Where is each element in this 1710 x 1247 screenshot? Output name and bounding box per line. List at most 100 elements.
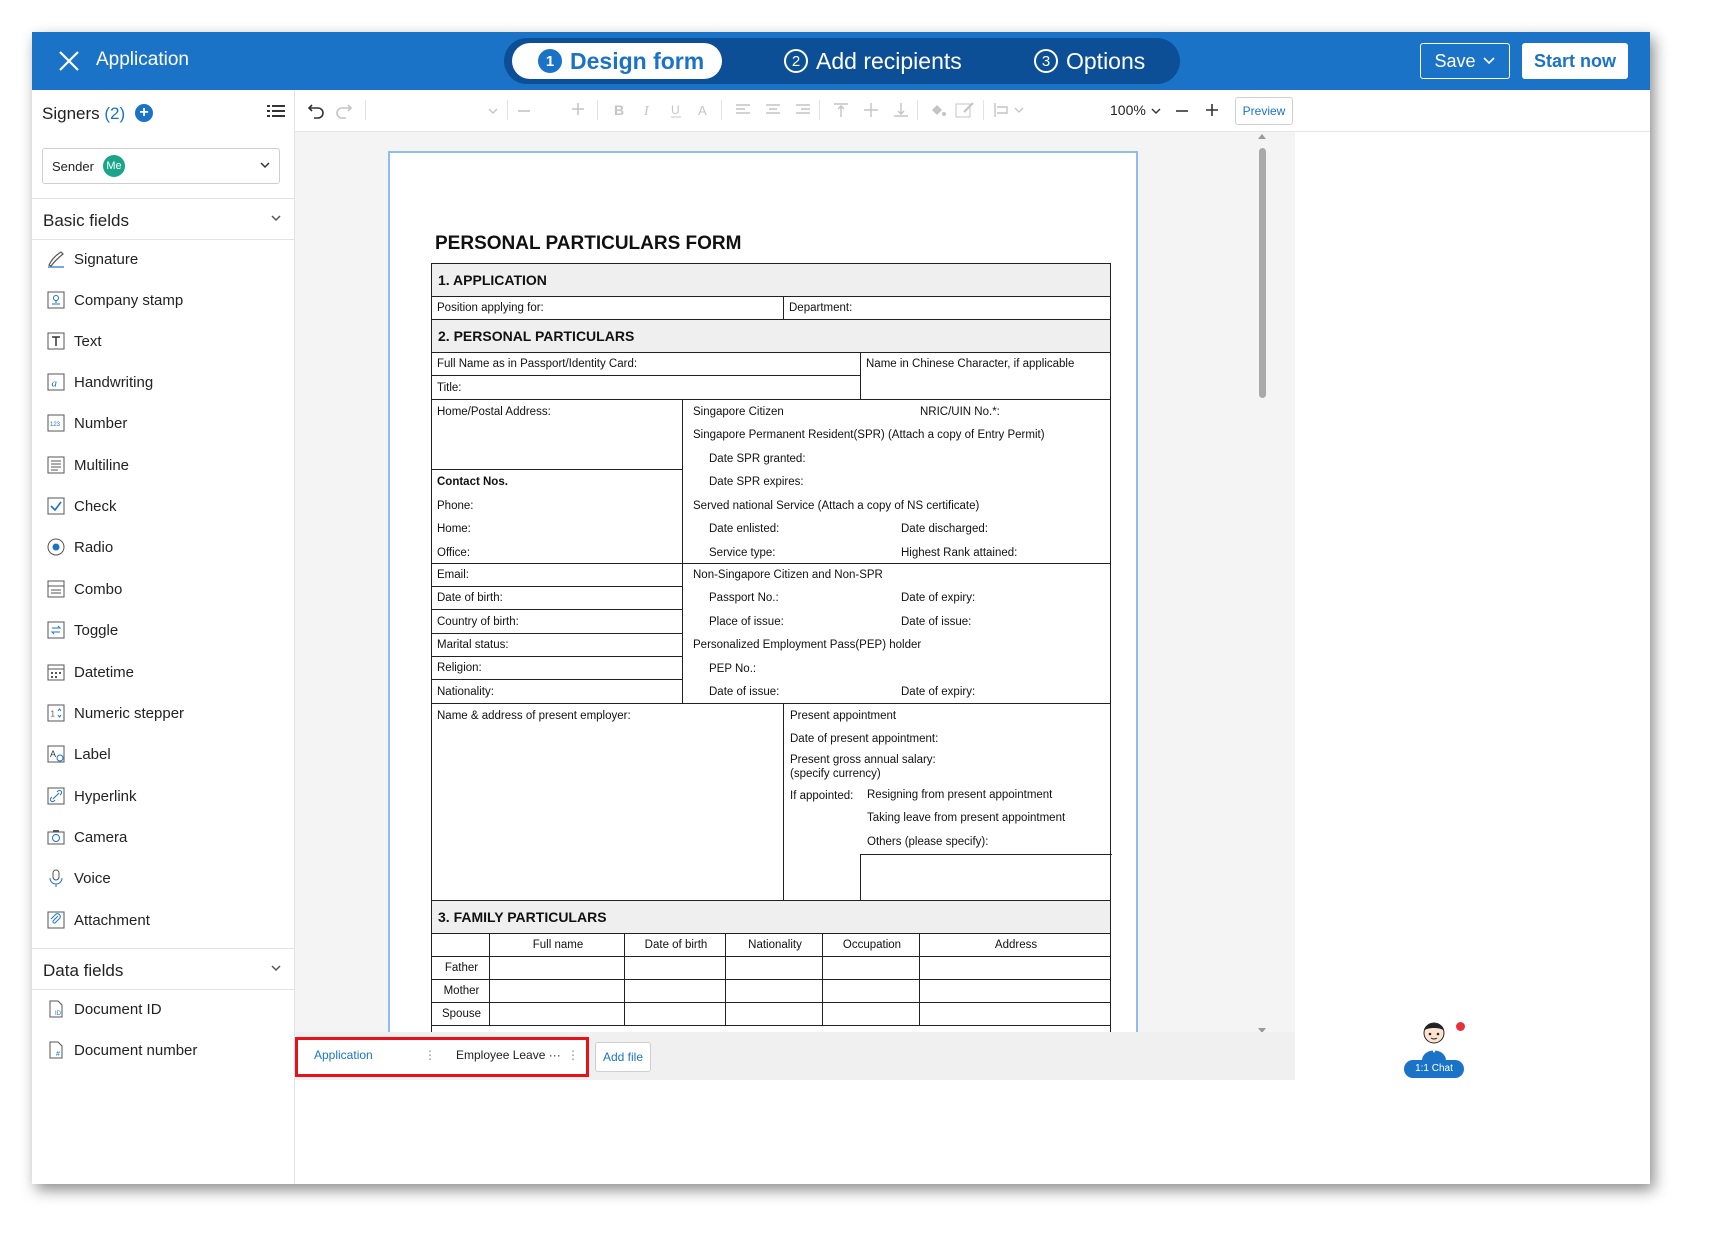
align-center-icon[interactable] (765, 103, 781, 117)
file-tab-employee-leave[interactable]: Employee Leave ··· (456, 1048, 561, 1062)
vertical-scrollbar[interactable] (1256, 132, 1268, 1072)
field-number[interactable]: 123 Number (46, 410, 127, 436)
table-cell (919, 956, 1111, 980)
field-signature[interactable]: Signature (46, 246, 138, 272)
table-cell (725, 956, 823, 980)
font-color-icon[interactable]: A (697, 102, 711, 118)
signers-count: (2) (104, 104, 126, 123)
family-header: Occupation (822, 933, 920, 957)
field-datetime[interactable]: Datetime (46, 659, 134, 685)
align-middle-icon[interactable] (863, 102, 879, 118)
sender-select[interactable]: Sender Me (42, 148, 280, 184)
close-icon (59, 51, 79, 71)
start-now-button[interactable]: Start now (1522, 43, 1628, 79)
signers-label: Signers (2) (42, 104, 125, 124)
stamp-icon (47, 291, 65, 309)
italic-icon[interactable]: I (641, 102, 655, 118)
form-table: 1. APPLICATION Position applying for: De… (431, 263, 1112, 1063)
step-options[interactable]: 3 Options (1026, 43, 1153, 79)
toolbar-divider (507, 100, 508, 120)
field-document-number[interactable]: # Document number (46, 1037, 197, 1063)
chevron-down-icon (260, 162, 270, 169)
field-attachment[interactable]: Attachment (46, 907, 150, 933)
scroll-thumb[interactable] (1259, 148, 1266, 398)
close-button[interactable] (54, 46, 84, 76)
svg-text:123: 123 (50, 422, 61, 428)
field-multiline[interactable]: Multiline (46, 452, 129, 478)
if-appointed-label: If appointed: (790, 790, 854, 802)
table-cell (489, 1002, 625, 1026)
step-design-form[interactable]: 1 Design form (512, 43, 722, 79)
field-label-text: Label (74, 745, 111, 763)
field-label[interactable]: A Label (46, 741, 111, 767)
align-left-icon[interactable] (735, 103, 751, 117)
svg-text:1: 1 (51, 710, 56, 719)
office-label: Office: (437, 547, 471, 559)
toolbar-divider (983, 100, 984, 120)
app-title: Application (96, 49, 189, 70)
zoom-in-icon[interactable] (1205, 103, 1219, 117)
field-label: Voice (74, 869, 111, 887)
position-label: Position applying for: (437, 302, 544, 314)
align-right-icon[interactable] (795, 103, 811, 117)
family-header-text: Full name (532, 939, 584, 951)
family-header-text: Date of birth (644, 939, 708, 951)
others-box (860, 854, 1112, 901)
align-bottom-icon[interactable] (893, 102, 909, 118)
scroll-up-icon[interactable] (1257, 132, 1267, 140)
field-numeric-stepper[interactable]: 1 Numeric stepper (46, 700, 184, 726)
align-objects-icon[interactable] (993, 102, 1027, 118)
field-label: Handwriting (74, 373, 154, 391)
dob-label: Date of birth: (437, 592, 503, 604)
increase-font-icon[interactable] (571, 102, 585, 116)
field-camera[interactable]: Camera (46, 824, 127, 850)
save-button[interactable]: Save (1420, 43, 1510, 79)
field-voice[interactable]: Voice (46, 865, 111, 891)
step-add-recipients[interactable]: 2 Add recipients (776, 43, 970, 79)
field-radio[interactable]: Radio (46, 534, 113, 560)
field-text[interactable]: Text (46, 328, 102, 354)
zoom-out-icon[interactable] (1175, 104, 1189, 118)
phone-label: Phone: (437, 500, 474, 512)
chat-label: 1:1 Chat (1404, 1060, 1464, 1078)
file-tab-menu-icon[interactable]: ⋮ (567, 1048, 579, 1062)
field-document-id[interactable]: ID Document ID (46, 996, 162, 1022)
list-icon[interactable] (267, 103, 285, 119)
field-check[interactable]: Check (46, 493, 117, 519)
chevron-down-icon[interactable] (1150, 105, 1162, 117)
align-top-icon[interactable] (833, 102, 849, 118)
sender-label: Sender (52, 159, 94, 174)
table-cell (624, 956, 726, 980)
chinese-name-label: Name in Chinese Character, if applicable (866, 358, 1075, 370)
field-label: Combo (74, 580, 123, 598)
chat-widget[interactable]: 1:1 Chat (1404, 1017, 1465, 1083)
present-appt-label: Present appointment (790, 710, 897, 722)
document-page[interactable]: PERSONAL PARTICULARS FORM 1. APPLICATION… (388, 151, 1138, 1072)
redo-icon[interactable] (335, 101, 353, 119)
file-tab-application[interactable]: Application (314, 1048, 373, 1062)
field-hyperlink[interactable]: Hyperlink (46, 783, 137, 809)
bold-icon[interactable]: B (613, 102, 627, 118)
preview-button[interactable]: Preview (1235, 97, 1293, 125)
file-tab-menu-icon[interactable]: ⋮ (424, 1048, 436, 1062)
chevron-down-icon[interactable] (487, 105, 499, 117)
format-toolbar: B I U A 100% Preview (295, 90, 1650, 132)
table-cell (919, 979, 1111, 1003)
data-fields-header[interactable]: Data fields (32, 948, 295, 990)
border-edit-icon[interactable] (955, 101, 975, 119)
add-file-button[interactable]: Add file (595, 1042, 651, 1072)
undo-icon[interactable] (307, 101, 325, 119)
signers-title: Signers (42, 104, 100, 123)
field-toggle[interactable]: Toggle (46, 617, 118, 643)
field-company-stamp[interactable]: Company stamp (46, 287, 183, 313)
add-signer-button[interactable]: + (135, 104, 153, 122)
field-combo[interactable]: Combo (46, 576, 122, 602)
decrease-font-icon[interactable] (517, 105, 531, 117)
basic-fields-header[interactable]: Basic fields (32, 198, 295, 240)
field-handwriting[interactable]: a Handwriting (46, 369, 153, 395)
step-number: 1 (538, 49, 562, 73)
zoom-level[interactable]: 100% (1110, 102, 1146, 118)
fill-color-icon[interactable] (929, 102, 947, 118)
underline-icon[interactable]: U (669, 102, 683, 118)
document-canvas: PERSONAL PARTICULARS FORM 1. APPLICATION… (295, 132, 1295, 1072)
